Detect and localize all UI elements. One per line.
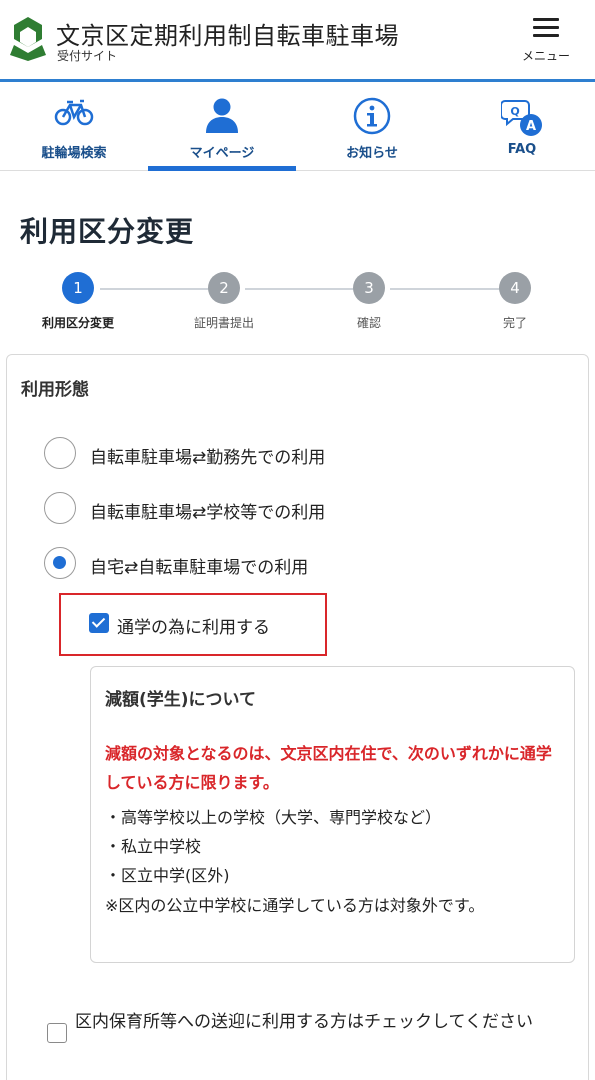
tab-mypage[interactable]: マイページ xyxy=(148,85,296,171)
person-icon xyxy=(206,98,238,133)
site-subtitle: 受付サイト xyxy=(57,49,118,63)
list-item: ・高等学校以上の学校（大学、専門学校など） xyxy=(105,808,442,827)
bicycle-icon xyxy=(54,99,94,126)
step-number: 1 xyxy=(62,272,94,304)
nursery-checkbox[interactable] xyxy=(47,1023,67,1043)
radio-label[interactable]: 自宅⇄自転車駐車場での利用 xyxy=(90,553,308,578)
menu-label: メニュー xyxy=(521,49,570,63)
radio-label[interactable]: 自転車駐車場⇄学校等での利用 xyxy=(90,498,325,523)
step-number: 3 xyxy=(353,272,385,304)
step-4: 4 完了 xyxy=(470,272,560,331)
svg-text:A: A xyxy=(526,119,536,134)
step-2: 2 証明書提出 xyxy=(179,272,269,331)
qa-bubble-icon: Q A xyxy=(501,100,542,136)
step-label: 確認 xyxy=(356,316,381,330)
svg-text:Q: Q xyxy=(510,105,519,118)
info-note: ※区内の公立中学校に通学している方は対象外です。 xyxy=(105,896,485,915)
usage-type-card: 利用形態 自転車駐車場⇄勤務先での利用 自転車駐車場⇄学校等での利用 自宅⇄自転… xyxy=(6,354,589,1080)
info-title: 減額(学生)について xyxy=(105,690,257,710)
step-label: 証明書提出 xyxy=(193,316,254,330)
step-1: 1 利用区分変更 xyxy=(33,272,123,331)
tab-label: 駐輪場検索 xyxy=(41,146,107,161)
eligible-school-list: ・高等学校以上の学校（大学、専門学校など） ・私立中学校 ・区立中学(区外) xyxy=(105,803,565,890)
student-discount-info: 減額(学生)について 減額の対象となるのは、文京区内在住で、次のいずれかに通学し… xyxy=(90,666,575,963)
tab-label: お知らせ xyxy=(346,146,398,161)
radio-label[interactable]: 自転車駐車場⇄勤務先での利用 xyxy=(90,443,325,468)
progress-stepper: 1 利用区分変更 2 証明書提出 3 確認 4 完了 xyxy=(0,268,595,338)
step-number: 2 xyxy=(208,272,240,304)
info-warning: 減額の対象となるのは、文京区内在住で、次のいずれかに通学している方に限ります。 xyxy=(105,744,552,792)
radio-button[interactable] xyxy=(44,437,76,469)
usage-type-heading: 利用形態 xyxy=(21,380,89,400)
list-item: ・区立中学(区外) xyxy=(105,866,230,885)
site-title[interactable]: 文京区定期利用制自転車駐車場 xyxy=(56,16,399,51)
nursery-checkbox-label[interactable]: 区内保育所等への送迎に利用する方はチェックしてください xyxy=(75,1007,565,1037)
list-item: ・私立中学校 xyxy=(105,837,202,856)
tab-label: マイページ xyxy=(189,146,255,161)
bunkyo-ward-logo-icon[interactable] xyxy=(8,15,48,61)
main-nav: 駐輪場検索 マイページ お知らせ Q A FAQ xyxy=(0,85,595,171)
site-header: 文京区定期利用制自転車駐車場 受付サイト メニュー xyxy=(0,0,595,82)
step-label: 利用区分変更 xyxy=(41,316,114,330)
page-title: 利用区分変更 xyxy=(20,215,195,248)
info-icon xyxy=(353,97,391,135)
radio-button[interactable] xyxy=(44,492,76,524)
school-commute-checkbox[interactable] xyxy=(89,613,109,633)
tab-faq[interactable]: Q A FAQ xyxy=(448,85,595,171)
step-number: 4 xyxy=(499,272,531,304)
tab-parking-search[interactable]: 駐輪場検索 xyxy=(0,85,148,171)
school-commute-label[interactable]: 通学の為に利用する xyxy=(117,613,270,638)
menu-button[interactable]: メニュー xyxy=(517,18,575,66)
radio-button-selected[interactable] xyxy=(44,547,76,579)
step-label: 完了 xyxy=(502,316,527,330)
tab-news[interactable]: お知らせ xyxy=(298,85,446,171)
school-commute-highlight: 通学の為に利用する xyxy=(59,593,327,656)
tab-label: FAQ xyxy=(507,142,537,157)
step-3: 3 確認 xyxy=(324,272,414,331)
hamburger-icon xyxy=(533,18,559,38)
